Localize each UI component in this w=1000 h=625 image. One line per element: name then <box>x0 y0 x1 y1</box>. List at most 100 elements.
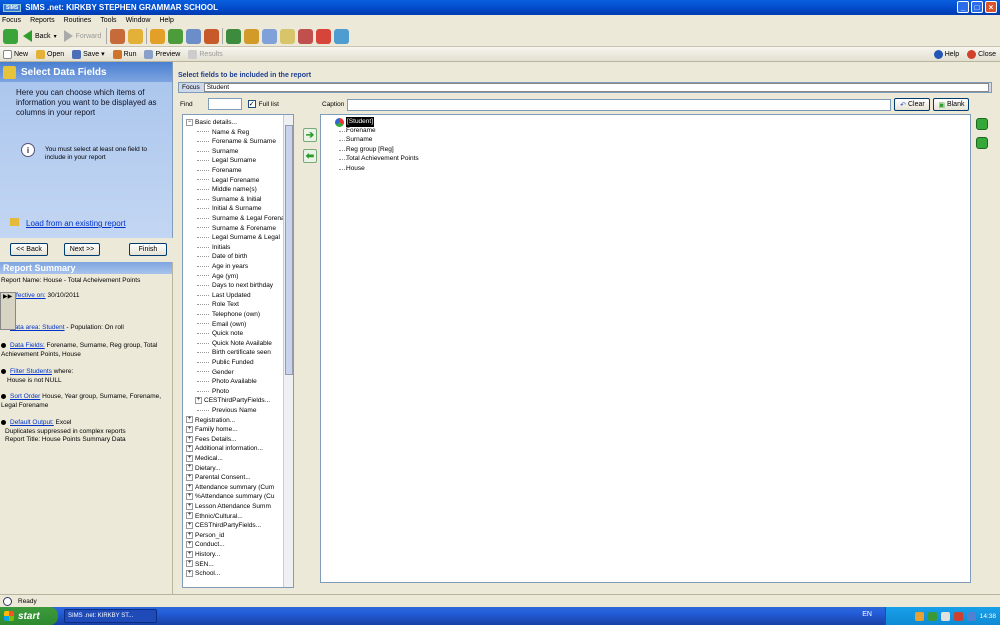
tray-icon[interactable] <box>966 611 976 621</box>
minimize-button[interactable]: _ <box>957 1 969 13</box>
tree-field[interactable]: Previous Name <box>197 406 256 416</box>
results-button[interactable]: Results <box>188 49 223 59</box>
next-wizard-button[interactable]: Next >> <box>64 243 100 256</box>
tools-icon[interactable] <box>204 28 220 44</box>
tree-group[interactable]: + Person_id <box>186 531 224 541</box>
tree-expander-icon[interactable]: + <box>186 531 193 539</box>
document-icon[interactable] <box>262 28 278 44</box>
run-button[interactable]: Run <box>112 49 136 59</box>
tree-expander-icon[interactable]: + <box>186 416 193 424</box>
clear-button[interactable]: ↶ Clear <box>894 98 931 111</box>
tree-expander-icon[interactable]: + <box>186 502 193 510</box>
back-button[interactable]: Back ▾ <box>21 30 59 42</box>
tree-expander-icon[interactable]: − <box>186 118 193 126</box>
tree-field[interactable]: Quick Note Available <box>197 339 272 349</box>
tree-field[interactable]: Legal Surname <box>197 156 256 166</box>
tree-group[interactable]: + History... <box>186 550 220 560</box>
tree-field[interactable]: Legal Surname & Legal <box>197 233 280 243</box>
panel-grip[interactable]: ▶▶ <box>0 292 16 330</box>
tree-group[interactable]: + Parental Consent... <box>186 473 251 483</box>
tree-expander-icon[interactable]: + <box>186 560 193 568</box>
tree-field[interactable]: Birth certificate seen <box>197 348 271 358</box>
tray-icon[interactable] <box>927 611 937 621</box>
tree-field[interactable]: Role Text <box>197 300 239 310</box>
menu-focus[interactable]: Focus <box>2 17 21 24</box>
notes-icon[interactable] <box>280 28 296 44</box>
open-button[interactable]: Open <box>36 49 64 59</box>
tree-field[interactable]: Surname <box>197 147 238 157</box>
tree-scrollbar[interactable] <box>283 115 293 587</box>
blank-button[interactable]: ▣ Blank <box>933 98 970 111</box>
globe-icon[interactable] <box>334 28 350 44</box>
people-icon[interactable] <box>128 28 144 44</box>
flag-icon[interactable] <box>168 28 184 44</box>
tree-group[interactable]: + Family home... <box>186 425 238 435</box>
tree-group[interactable]: + Attendance summary (Cum <box>186 483 274 493</box>
tree-expander-icon[interactable]: + <box>186 521 193 529</box>
tree-field[interactable]: Surname & Forename <box>197 224 276 234</box>
tray-icon[interactable] <box>940 611 950 621</box>
tree-group-basic-details[interactable]: − Basic details... <box>186 118 237 128</box>
new-button[interactable]: New <box>3 49 28 59</box>
scrollbar-thumb[interactable] <box>285 125 293 375</box>
tree-field[interactable]: Forename <box>197 166 242 176</box>
tree-expander-icon[interactable]: + <box>186 569 193 577</box>
tree-group[interactable]: + School... <box>186 569 220 579</box>
tree-expander-icon[interactable]: + <box>186 425 193 433</box>
tree-group[interactable]: + SEN... <box>186 560 214 570</box>
tree-field[interactable]: Photo Available <box>197 377 257 387</box>
tree-expander-icon[interactable]: + <box>186 454 193 462</box>
language-indicator[interactable]: EN <box>862 611 872 618</box>
tree-group[interactable]: + Registration... <box>186 416 235 426</box>
tree-field[interactable]: Public Funded <box>197 358 254 368</box>
menu-reports[interactable]: Reports <box>30 17 55 24</box>
help-button[interactable]: Help <box>933 49 959 59</box>
close-button[interactable]: Close <box>967 49 996 59</box>
tree-expander-icon[interactable]: + <box>186 435 193 443</box>
menu-help[interactable]: Help <box>159 17 173 24</box>
report-icon[interactable] <box>186 28 202 44</box>
back-wizard-button[interactable]: << Back <box>10 243 48 256</box>
tree-group[interactable]: + CESThirdPartyFields... <box>186 521 261 531</box>
tree-expander-icon[interactable]: + <box>186 493 193 501</box>
tree-expander-icon[interactable]: + <box>186 473 193 481</box>
load-existing-report-link[interactable]: Load from an existing report <box>26 219 126 228</box>
tree-group[interactable]: + Dietary... <box>186 464 221 474</box>
tree-field[interactable]: Initials <box>197 243 230 253</box>
tree-field[interactable]: Initial & Surname <box>197 204 262 214</box>
tree-expander-icon[interactable]: + <box>186 483 193 491</box>
tree-group[interactable]: + Ethnic/Cultural... <box>186 512 243 522</box>
full-list-checkbox[interactable]: ✓ <box>247 100 256 108</box>
tree-field[interactable]: Gender <box>197 368 234 378</box>
taskbar-item-sims[interactable]: SIMS .net: KIRKBY ST... <box>64 609 157 623</box>
student-icon[interactable] <box>110 28 126 44</box>
tree-group[interactable]: + %Attendance summary (Cu <box>186 492 274 502</box>
tree-field[interactable]: Surname & Initial <box>197 195 262 205</box>
menu-window[interactable]: Window <box>126 17 151 24</box>
tree-field[interactable]: Age (ym) <box>197 272 238 282</box>
move-up-button[interactable] <box>976 118 988 130</box>
tree-field[interactable]: Days to next birthday <box>197 281 273 291</box>
person-icon[interactable] <box>298 28 314 44</box>
tree-field[interactable]: Email (own) <box>197 320 246 330</box>
tree-expander-icon[interactable]: + <box>186 464 193 472</box>
preview-button[interactable]: Preview <box>144 49 180 59</box>
tree-field[interactable]: Forename & Surname <box>197 137 276 147</box>
save-button[interactable]: Save ▾ <box>72 49 105 59</box>
clock-icon[interactable] <box>316 28 332 44</box>
tree-field[interactable]: Last Updated <box>197 291 251 301</box>
tree-field[interactable]: Photo <box>197 387 229 397</box>
tray-icon[interactable] <box>953 611 963 621</box>
house-icon[interactable] <box>244 28 260 44</box>
tree-expander-icon[interactable]: + <box>186 550 193 558</box>
find-input[interactable] <box>207 98 242 110</box>
caption-input[interactable] <box>347 98 892 111</box>
tree-field[interactable]: Name & Reg <box>197 128 249 138</box>
menu-tools[interactable]: Tools <box>100 17 116 24</box>
forward-button[interactable]: Forward <box>62 30 104 42</box>
maximize-button[interactable]: □ <box>971 1 983 13</box>
close-window-button[interactable]: × <box>985 1 997 13</box>
tray-icon[interactable] <box>914 611 924 621</box>
tree-group[interactable]: + Fees Details... <box>186 435 237 445</box>
menu-routines[interactable]: Routines <box>64 17 92 24</box>
